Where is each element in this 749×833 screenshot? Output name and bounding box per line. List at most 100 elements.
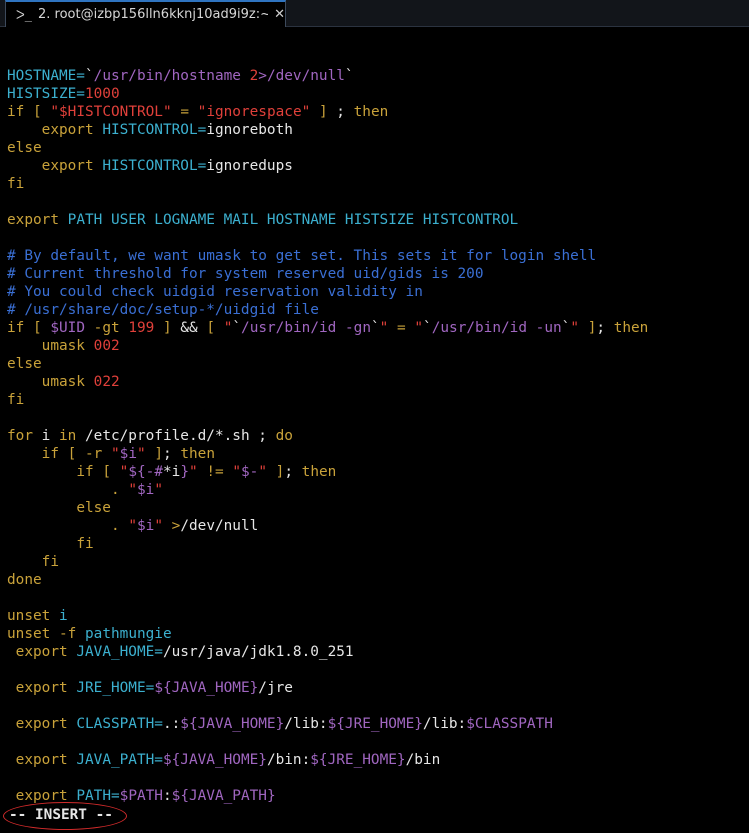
code-line: done <box>7 571 749 589</box>
code-token: $PATH <box>119 788 163 804</box>
code-token: HOSTNAME= <box>7 68 85 84</box>
code-token: ` <box>84 68 94 84</box>
code-token: -gt <box>93 320 120 336</box>
code-token: ${JRE_HOME} <box>310 752 406 768</box>
code-line: fi <box>7 175 749 193</box>
close-icon[interactable]: ✕ <box>274 7 285 22</box>
code-token: " <box>111 446 120 462</box>
code-line: fi <box>7 535 749 553</box>
code-token: 022 <box>93 374 120 390</box>
code-token: JRE_HOME= <box>76 680 155 696</box>
code-token: ignoreboth <box>206 122 293 138</box>
code-token: = <box>397 320 406 336</box>
code-token: else <box>7 356 42 372</box>
code-line: if [ $UID -gt 199 ] && [ "`/usr/bin/id -… <box>7 319 749 337</box>
code-token: ` <box>232 320 242 336</box>
code-token: export <box>41 122 94 138</box>
code-token: ${-# <box>128 464 163 480</box>
code-token: /usr/bin/hostname <box>93 68 250 84</box>
code-token: " <box>232 464 241 480</box>
code-token: # /usr/share/doc/setup-*/uidgid file <box>7 302 319 318</box>
code-token: CLASSPATH= <box>76 716 163 732</box>
code-token: ${JAVA_PATH} <box>171 788 276 804</box>
code-token: ; <box>284 464 302 480</box>
code-token: HISTCONTROL= <box>102 158 207 174</box>
code-token: fi <box>76 536 94 552</box>
code-line: if [ "${-#*i}" != "$-" ]; then <box>7 463 749 481</box>
code-token: ` <box>423 320 432 336</box>
code-token: PATH USER LOGNAME MAIL HOSTNAME HISTSIZE… <box>67 212 519 228</box>
code-token: [ <box>33 104 42 120</box>
code-token: >/dev/null <box>258 68 345 84</box>
code-token: # You could check uidgid reservation val… <box>7 284 423 300</box>
code-line: umask 002 <box>7 337 749 355</box>
tab-session[interactable]: ᐳ_ 2. root@izbp156lln6kknj10ad9i9z:~ ✕ <box>5 0 286 27</box>
code-token: [ <box>33 320 42 336</box>
code-token: $CLASSPATH <box>466 716 553 732</box>
code-line: fi <box>7 391 749 409</box>
code-token: " <box>154 518 163 534</box>
code-line: export CLASSPATH=.:${JAVA_HOME}/lib:${JR… <box>7 715 749 733</box>
code-token: fi <box>7 392 25 408</box>
code-line: # Current threshold for system reserved … <box>7 265 749 283</box>
code-token: if <box>7 320 25 336</box>
code-token: ] <box>154 446 164 462</box>
terminal-icon: ᐳ_ <box>16 7 32 22</box>
code-token: [ <box>102 464 111 480</box>
code-token: do <box>275 428 293 444</box>
code-line: else <box>7 139 749 157</box>
code-line: else <box>7 499 749 517</box>
code-line: . "$i" >/dev/null <box>7 517 749 535</box>
code-line: export HISTCONTROL=ignoreboth <box>7 121 749 139</box>
code-token: export <box>15 716 68 732</box>
code-token: export <box>41 158 94 174</box>
code-token: " <box>414 320 424 336</box>
code-token: 199 <box>128 320 155 336</box>
code-line: umask 022 <box>7 373 749 391</box>
code-line: export PATH USER LOGNAME MAIL HOSTNAME H… <box>7 211 749 229</box>
code-token: ` <box>371 320 380 336</box>
code-token: /usr/bin/id -un <box>431 320 562 336</box>
code-token: " <box>154 482 163 498</box>
code-line: . "$i" <box>7 481 749 499</box>
code-token: ` <box>344 68 354 84</box>
code-token: /bin <box>405 752 441 768</box>
code-line: HISTSIZE=1000 <box>7 85 749 103</box>
code-line: export JRE_HOME=${JAVA_HOME}/jre <box>7 679 749 697</box>
code-token: # Current threshold for system reserved … <box>7 266 484 282</box>
code-token: export <box>7 212 59 228</box>
code-token: $i <box>119 446 137 462</box>
code-token: ${JAVA_HOME} <box>162 752 267 768</box>
terminal-content[interactable]: HOSTNAME=`/usr/bin/hostname 2>/dev/null`… <box>7 49 749 805</box>
code-token: -r <box>85 446 103 462</box>
code-token: unset <box>7 608 51 624</box>
code-token: then <box>180 446 215 462</box>
code-token: . <box>110 482 120 498</box>
code-token: ; <box>327 104 354 120</box>
code-token: "$HISTCONTROL" <box>50 104 172 120</box>
